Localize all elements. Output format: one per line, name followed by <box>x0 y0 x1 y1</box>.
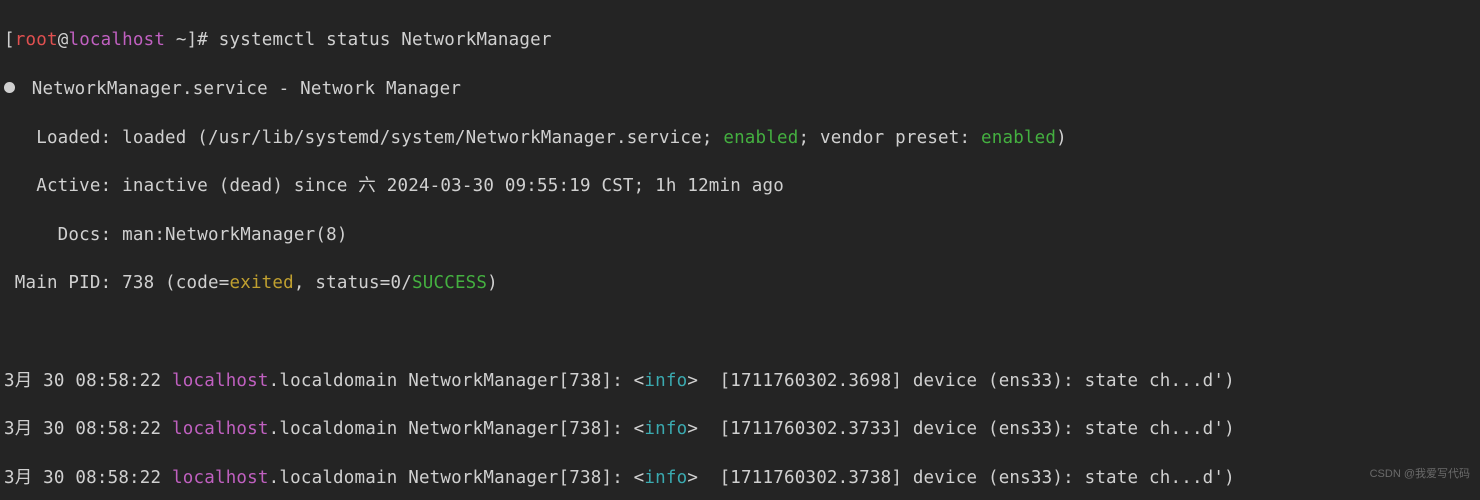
status-bullet-icon <box>4 82 15 93</box>
watermark: CSDN @我爱写代码 <box>1370 467 1470 482</box>
mainpid-line: Main PID: 738 (code=exited, status=0/SUC… <box>4 271 1476 295</box>
active-line: Active: inactive (dead) since 六 2024-03-… <box>4 174 1476 198</box>
terminal-output[interactable]: [root@localhost ~]# systemctl status Net… <box>0 0 1480 500</box>
service-title-line: NetworkManager.service - Network Manager <box>4 77 1476 101</box>
prompt-line-1: [root@localhost ~]# systemctl status Net… <box>4 28 1476 52</box>
log-line: 3月 30 08:58:22 localhost.localdomain Net… <box>4 417 1476 441</box>
docs-line: Docs: man:NetworkManager(8) <box>4 223 1476 247</box>
loaded-line: Loaded: loaded (/usr/lib/systemd/system/… <box>4 126 1476 150</box>
log-line: 3月 30 08:58:22 localhost.localdomain Net… <box>4 369 1476 393</box>
blank-line <box>4 320 1476 344</box>
command-1: systemctl status NetworkManager <box>219 30 552 50</box>
log-line: 3月 30 08:58:22 localhost.localdomain Net… <box>4 466 1476 490</box>
